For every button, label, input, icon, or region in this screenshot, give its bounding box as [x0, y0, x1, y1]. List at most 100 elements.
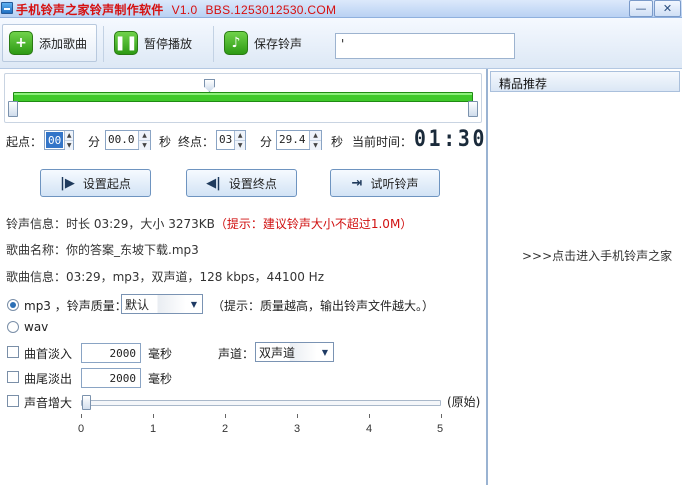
- pause-button[interactable]: ❚❚ 暂停播放: [108, 24, 208, 62]
- bbs-url: BBS.1253012530.COM: [205, 3, 337, 17]
- second-unit: 秒: [159, 135, 172, 149]
- chevron-down-icon[interactable]: ▼: [317, 343, 333, 361]
- quality-hint: （提示：质量越高，输出铃声文件越大。）: [212, 299, 435, 313]
- app-icon: [1, 2, 13, 14]
- mp3-label: mp3 ，铃声质量：: [24, 299, 127, 313]
- plus-icon: +: [9, 31, 33, 55]
- volume-tick: [369, 414, 370, 418]
- start-label: 起点：: [6, 135, 43, 149]
- end-minute-value[interactable]: 03: [217, 131, 234, 149]
- toolbar: + 添加歌曲 ❚❚ 暂停播放 ♪ 保存铃声 ': [0, 18, 682, 69]
- up-arrow-icon[interactable]: ▲: [310, 131, 321, 140]
- down-arrow-icon[interactable]: ▼: [65, 140, 73, 150]
- up-arrow-icon[interactable]: ▲: [139, 131, 150, 140]
- volume-tick-label: 0: [78, 423, 85, 435]
- up-arrow-icon[interactable]: ▲: [65, 131, 73, 140]
- ringtone-info-text: 铃声信息：时长 03:29，大小 3273KB: [6, 217, 215, 231]
- fade-in-checkbox[interactable]: [7, 346, 19, 358]
- recommend-header: 精品推荐: [490, 71, 680, 92]
- close-button[interactable]: ✕: [654, 0, 681, 17]
- volume-slider-thumb[interactable]: [82, 395, 91, 410]
- selected-range-bar: [13, 92, 473, 102]
- end-second-value[interactable]: 29.4: [277, 131, 309, 149]
- current-time-display: 01:30: [414, 127, 488, 152]
- down-arrow-icon[interactable]: ▼: [235, 140, 245, 150]
- wav-label: wav: [24, 320, 49, 334]
- end-second-stepper[interactable]: 29.4 ▲ ▼: [276, 130, 322, 150]
- minimize-button[interactable]: —: [629, 0, 653, 17]
- volume-tick: [153, 414, 154, 418]
- quality-select[interactable]: 默认 ▼: [121, 294, 203, 314]
- start-second-stepper[interactable]: 00.0 ▲ ▼: [105, 130, 151, 150]
- volume-tick: [297, 414, 298, 418]
- start-minute-stepper[interactable]: 00 ▲ ▼: [44, 130, 74, 150]
- mp3-radio[interactable]: [7, 299, 19, 311]
- stepper-arrows[interactable]: ▲ ▼: [64, 131, 73, 150]
- stepper-arrows[interactable]: ▲ ▼: [234, 131, 245, 150]
- playhead-handle[interactable]: [204, 79, 215, 92]
- down-arrow-icon[interactable]: ▼: [139, 140, 150, 150]
- song-info: 歌曲信息：03:29，mp3，双声道，128 kbps，44100 Hz: [6, 270, 324, 284]
- volume-tick-label: 3: [294, 423, 301, 435]
- save-ringtone-button[interactable]: ♪ 保存铃声: [218, 24, 326, 62]
- set-start-icon: |▶: [60, 175, 75, 191]
- fade-out-duration-input[interactable]: 2000: [81, 368, 141, 388]
- end-minute-stepper[interactable]: 03 ▲ ▼: [216, 130, 246, 150]
- start-second-value[interactable]: 00.0: [106, 131, 138, 149]
- start-minute-value[interactable]: 00: [46, 132, 64, 148]
- set-end-icon: ◀|: [206, 175, 221, 191]
- set-start-button[interactable]: |▶ 设置起点: [40, 169, 151, 197]
- range-slider[interactable]: [4, 73, 482, 123]
- stepper-arrows[interactable]: ▲ ▼: [309, 131, 321, 150]
- preview-label: 试听铃声: [370, 176, 419, 191]
- ms-unit: 毫秒: [148, 347, 173, 361]
- fade-out-checkbox[interactable]: [7, 371, 19, 383]
- up-arrow-icon[interactable]: ▲: [235, 131, 245, 140]
- start-handle[interactable]: [8, 101, 18, 117]
- volume-boost-label: 声音增大: [24, 396, 73, 410]
- ringtone-home-link[interactable]: >>>点击进入手机铃声之家: [522, 247, 672, 264]
- second-unit: 秒: [331, 135, 344, 149]
- time-row: 起点： 00 ▲ ▼ 分 00.0 ▲ ▼ 秒 终点： 03 ▲ ▼ 分 29.4 ▲…: [6, 127, 484, 153]
- stepper-arrows[interactable]: ▲ ▼: [138, 131, 150, 150]
- end-handle[interactable]: [468, 101, 478, 117]
- channel-select[interactable]: 双声道 ▼: [255, 342, 334, 362]
- volume-status: (原始): [447, 395, 481, 409]
- minute-unit: 分: [260, 135, 273, 149]
- volume-tick: [441, 414, 442, 418]
- title-bar: 手机铃声之家铃声制作软件 V1.0 BBS.1253012530.COM — ✕: [0, 0, 682, 18]
- music-note-icon: ♪: [224, 31, 248, 55]
- end-label: 终点：: [178, 135, 215, 149]
- set-end-label: 设置终点: [228, 176, 277, 191]
- pause-label: 暂停播放: [144, 36, 193, 51]
- preview-icon: ⇥: [351, 175, 363, 191]
- minimize-icon: —: [635, 2, 647, 15]
- fade-in-duration-input[interactable]: 2000: [81, 343, 141, 363]
- app-title: 手机铃声之家铃声制作软件: [16, 3, 164, 17]
- editor-panel: 起点： 00 ▲ ▼ 分 00.0 ▲ ▼ 秒 终点： 03 ▲ ▼ 分 29.4 ▲…: [0, 69, 486, 485]
- ringtone-info: 铃声信息：时长 03:29，大小 3273KB（提示：建议铃声大小不超过1.0M…: [6, 215, 412, 232]
- volume-tick-label: 1: [150, 423, 157, 435]
- volume-tick-label: 4: [366, 423, 373, 435]
- add-song-button[interactable]: + 添加歌曲: [2, 24, 97, 62]
- down-arrow-icon[interactable]: ▼: [310, 140, 321, 150]
- chevron-down-icon[interactable]: ▼: [186, 295, 202, 313]
- fade-out-label: 曲尾淡出: [24, 372, 73, 386]
- ms-unit: 毫秒: [148, 372, 173, 386]
- pause-icon: ❚❚: [114, 31, 138, 55]
- volume-tick: [81, 414, 82, 418]
- volume-tick-label: 2: [222, 423, 229, 435]
- volume-slider-track[interactable]: [81, 400, 441, 406]
- channel-label: 声道：: [218, 347, 255, 361]
- close-icon: ✕: [662, 2, 673, 15]
- toolbar-text-input[interactable]: ': [335, 33, 515, 59]
- set-end-button[interactable]: ◀| 设置终点: [186, 169, 297, 197]
- volume-boost-checkbox[interactable]: [7, 395, 19, 407]
- set-start-label: 设置起点: [82, 176, 131, 191]
- wav-radio[interactable]: [7, 321, 19, 333]
- recommend-panel: 精品推荐 >>>点击进入手机铃声之家: [488, 69, 682, 485]
- quality-value: 默认: [122, 295, 186, 313]
- preview-ringtone-button[interactable]: ⇥ 试听铃声: [330, 169, 440, 197]
- volume-tick: [225, 414, 226, 418]
- song-name: 歌曲名称：你的答案_东坡下载.mp3: [6, 243, 199, 257]
